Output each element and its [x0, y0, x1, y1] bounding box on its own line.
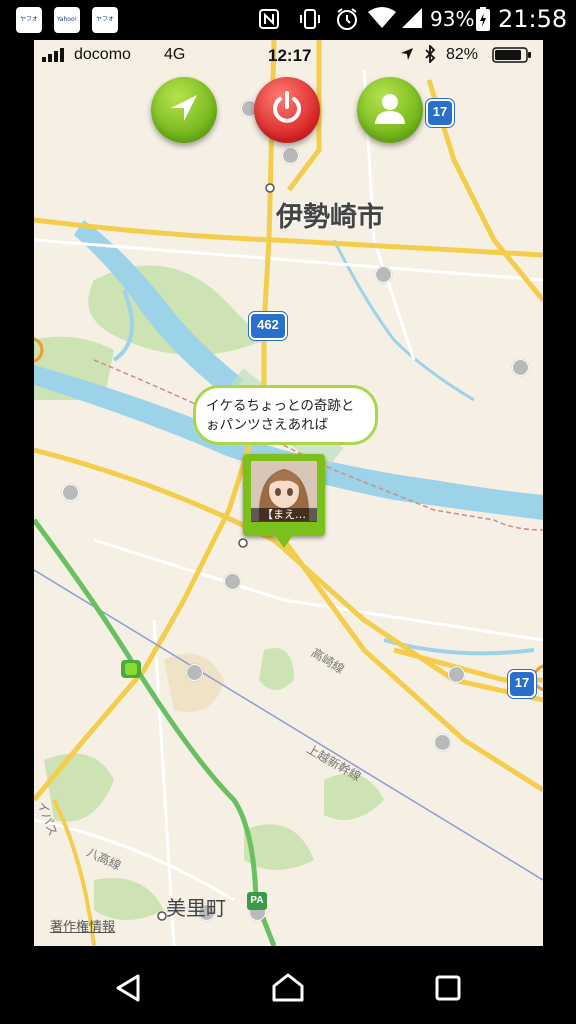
signal-icon: [400, 6, 424, 34]
back-button[interactable]: [112, 972, 144, 1008]
status-message-bubble[interactable]: イケるちょっとの奇跡と ぉパンツさえあれば: [193, 385, 378, 445]
place-dot[interactable]: [186, 664, 203, 681]
ios-status-bar: docomo 4G 12:17 82%: [34, 40, 543, 72]
home-button[interactable]: [270, 970, 306, 1010]
android-navigation-bar: [0, 948, 576, 1024]
power-icon: [268, 89, 306, 131]
place-dot[interactable]: [224, 573, 241, 590]
app-screen: 17 462 17 伊勢崎市 美里町 著作権情報 高崎線 上越新幹線 八高線 イ…: [34, 40, 543, 946]
marker-pointer: [274, 534, 294, 548]
ios-battery-percent: 82%: [446, 46, 479, 63]
city-label: 伊勢崎市: [276, 202, 384, 233]
android-clock: 21:58: [498, 5, 568, 33]
vibrate-icon: [298, 7, 322, 35]
android-battery-percent: 93%: [430, 7, 475, 31]
profile-button[interactable]: [357, 77, 423, 143]
locate-button[interactable]: [151, 77, 217, 143]
power-button[interactable]: [254, 77, 320, 143]
nfc-icon: [258, 8, 280, 34]
bubble-line: イケるちょっとの奇跡と: [206, 398, 355, 414]
android-status-bar: ヤフオク! Yahoo!カード ヤフオク! 93% 21:58: [0, 0, 576, 38]
town-label: 美里町: [166, 896, 226, 920]
location-services-icon: [400, 47, 414, 66]
place-dot[interactable]: [448, 666, 465, 683]
parking-area-badge: PA: [247, 892, 267, 910]
bluetooth-icon: [424, 43, 436, 68]
place-dot[interactable]: [375, 266, 392, 283]
ios-clock: 12:17: [268, 46, 312, 65]
network-label: 4G: [164, 46, 186, 63]
wifi-icon: [368, 6, 396, 34]
notification-app-icon: ヤフオク!: [16, 7, 42, 33]
home-icon: [270, 973, 306, 1010]
place-dot[interactable]: [434, 734, 451, 751]
user-location-marker[interactable]: 【まえ…: [243, 454, 325, 548]
person-icon: [372, 90, 408, 130]
route-shield: 462: [249, 312, 287, 340]
place-dot[interactable]: [282, 147, 299, 164]
place-dot[interactable]: [512, 359, 529, 376]
route-shield: 17: [508, 670, 536, 698]
recents-square-icon: [434, 975, 462, 1006]
place-dot[interactable]: [62, 484, 79, 501]
notification-app-icon: Yahoo!カード: [54, 7, 80, 33]
recents-button[interactable]: [434, 974, 462, 1006]
battery-charging-icon: [476, 7, 490, 35]
alarm-icon: [334, 6, 360, 36]
cell-signal-icon: [42, 48, 72, 67]
copyright-link[interactable]: 著作権情報: [50, 916, 115, 935]
marker-name-label: 【まえ…: [251, 508, 317, 522]
ios-battery-icon: [492, 47, 532, 68]
back-triangle-icon: [112, 974, 144, 1008]
carrier-label: docomo: [74, 46, 131, 63]
bubble-line: ぉパンツさえあれば: [206, 417, 329, 433]
location-arrow-icon: [167, 91, 201, 129]
route-shield: 17: [426, 99, 454, 127]
notification-app-icon: ヤフオク!: [92, 7, 118, 33]
